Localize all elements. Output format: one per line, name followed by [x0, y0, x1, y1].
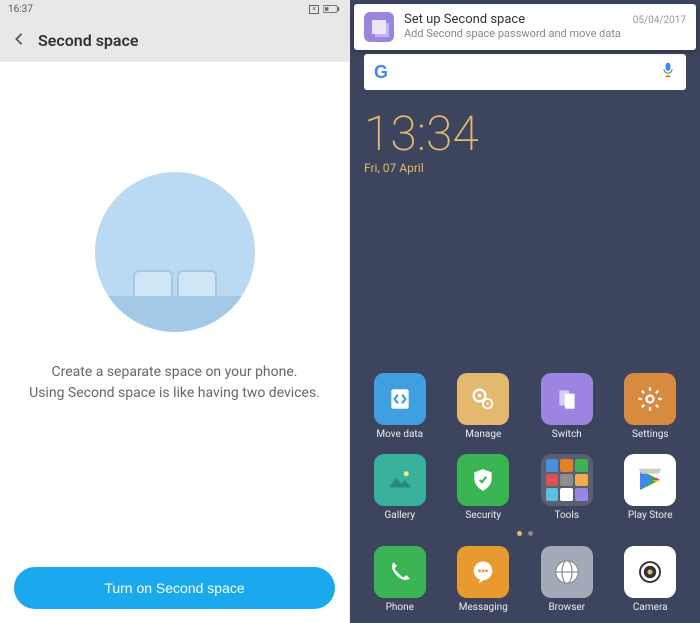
turn-on-label: Turn on Second space	[104, 580, 244, 596]
google-logo-icon: G	[374, 62, 388, 83]
app-label: Tools	[555, 510, 579, 521]
status-time: 16:37	[8, 4, 33, 15]
app-play-store[interactable]: Play Store	[611, 454, 691, 521]
footer: Turn on Second space	[0, 553, 349, 623]
app-settings[interactable]: Settings	[611, 373, 691, 440]
mic-icon[interactable]	[660, 62, 676, 82]
app-security[interactable]: Security	[444, 454, 524, 521]
page-dot-active	[517, 531, 522, 536]
desc-line-2: Using Second space is like having two de…	[29, 383, 320, 404]
turn-on-button[interactable]: Turn on Second space	[14, 567, 335, 609]
body: Create a separate space on your phone. U…	[0, 62, 349, 553]
app-manage[interactable]: Manage	[444, 373, 524, 440]
app-gallery[interactable]: Gallery	[360, 454, 440, 521]
app-label: Move data	[376, 429, 423, 440]
settings-screen: 16:37 × Second space Create a separate s…	[0, 0, 350, 623]
app-browser[interactable]: Browser	[527, 546, 607, 613]
status-icons: ×	[309, 4, 341, 14]
app-label: Switch	[552, 429, 582, 440]
camera-icon	[624, 546, 676, 598]
messaging-icon	[457, 546, 509, 598]
dock: Phone Messaging Browser Camera	[350, 540, 700, 623]
tools-folder-icon	[541, 454, 593, 506]
move-data-icon	[374, 373, 426, 425]
battery-icon	[323, 4, 341, 14]
notification[interactable]: Set up Second space 05/04/2017 Add Secon…	[354, 4, 696, 50]
app-label: Play Store	[628, 510, 673, 521]
settings-icon	[624, 373, 676, 425]
home-screen: Set up Second space 05/04/2017 Add Secon…	[350, 0, 700, 623]
play-store-icon	[624, 454, 676, 506]
second-space-icon	[364, 12, 394, 42]
app-switch[interactable]: Switch	[527, 373, 607, 440]
app-label: Phone	[386, 602, 414, 613]
header: Second space	[0, 18, 349, 62]
page-dot	[528, 531, 533, 536]
app-messaging[interactable]: Messaging	[444, 546, 524, 613]
app-phone[interactable]: Phone	[360, 546, 440, 613]
back-icon[interactable]	[12, 31, 26, 50]
page-indicator	[350, 527, 700, 540]
status-bar: 16:37 ×	[0, 0, 349, 18]
security-icon	[457, 454, 509, 506]
app-tools-folder[interactable]: Tools	[527, 454, 607, 521]
app-label: Camera	[633, 602, 668, 613]
notification-body: Set up Second space 05/04/2017 Add Secon…	[404, 12, 686, 42]
gallery-icon	[374, 454, 426, 506]
notification-date: 05/04/2017	[633, 15, 686, 26]
second-space-illustration	[95, 172, 255, 332]
description: Create a separate space on your phone. U…	[23, 362, 326, 404]
notification-subtitle: Add Second space password and move data	[404, 27, 686, 40]
app-grid: Move data Manage Switch Settings Gallery	[350, 373, 700, 527]
page-title: Second space	[38, 31, 138, 50]
switch-icon	[541, 373, 593, 425]
browser-icon	[541, 546, 593, 598]
clock-time: 13:34	[364, 108, 686, 161]
app-label: Gallery	[384, 510, 415, 521]
app-label: Manage	[465, 429, 501, 440]
phone-icon	[374, 546, 426, 598]
app-label: Security	[465, 510, 501, 521]
manage-icon	[457, 373, 509, 425]
desc-line-1: Create a separate space on your phone.	[29, 362, 320, 383]
app-label: Messaging	[459, 602, 508, 613]
notification-title: Set up Second space	[404, 12, 525, 27]
google-search-widget[interactable]: G	[364, 54, 686, 90]
close-indicator-icon: ×	[309, 5, 319, 14]
clock-widget[interactable]: 13:34 Fri, 07 April	[364, 108, 686, 175]
app-label: Settings	[632, 429, 669, 440]
clock-date: Fri, 07 April	[364, 161, 686, 175]
app-move-data[interactable]: Move data	[360, 373, 440, 440]
app-label: Browser	[548, 602, 585, 613]
app-camera[interactable]: Camera	[611, 546, 691, 613]
